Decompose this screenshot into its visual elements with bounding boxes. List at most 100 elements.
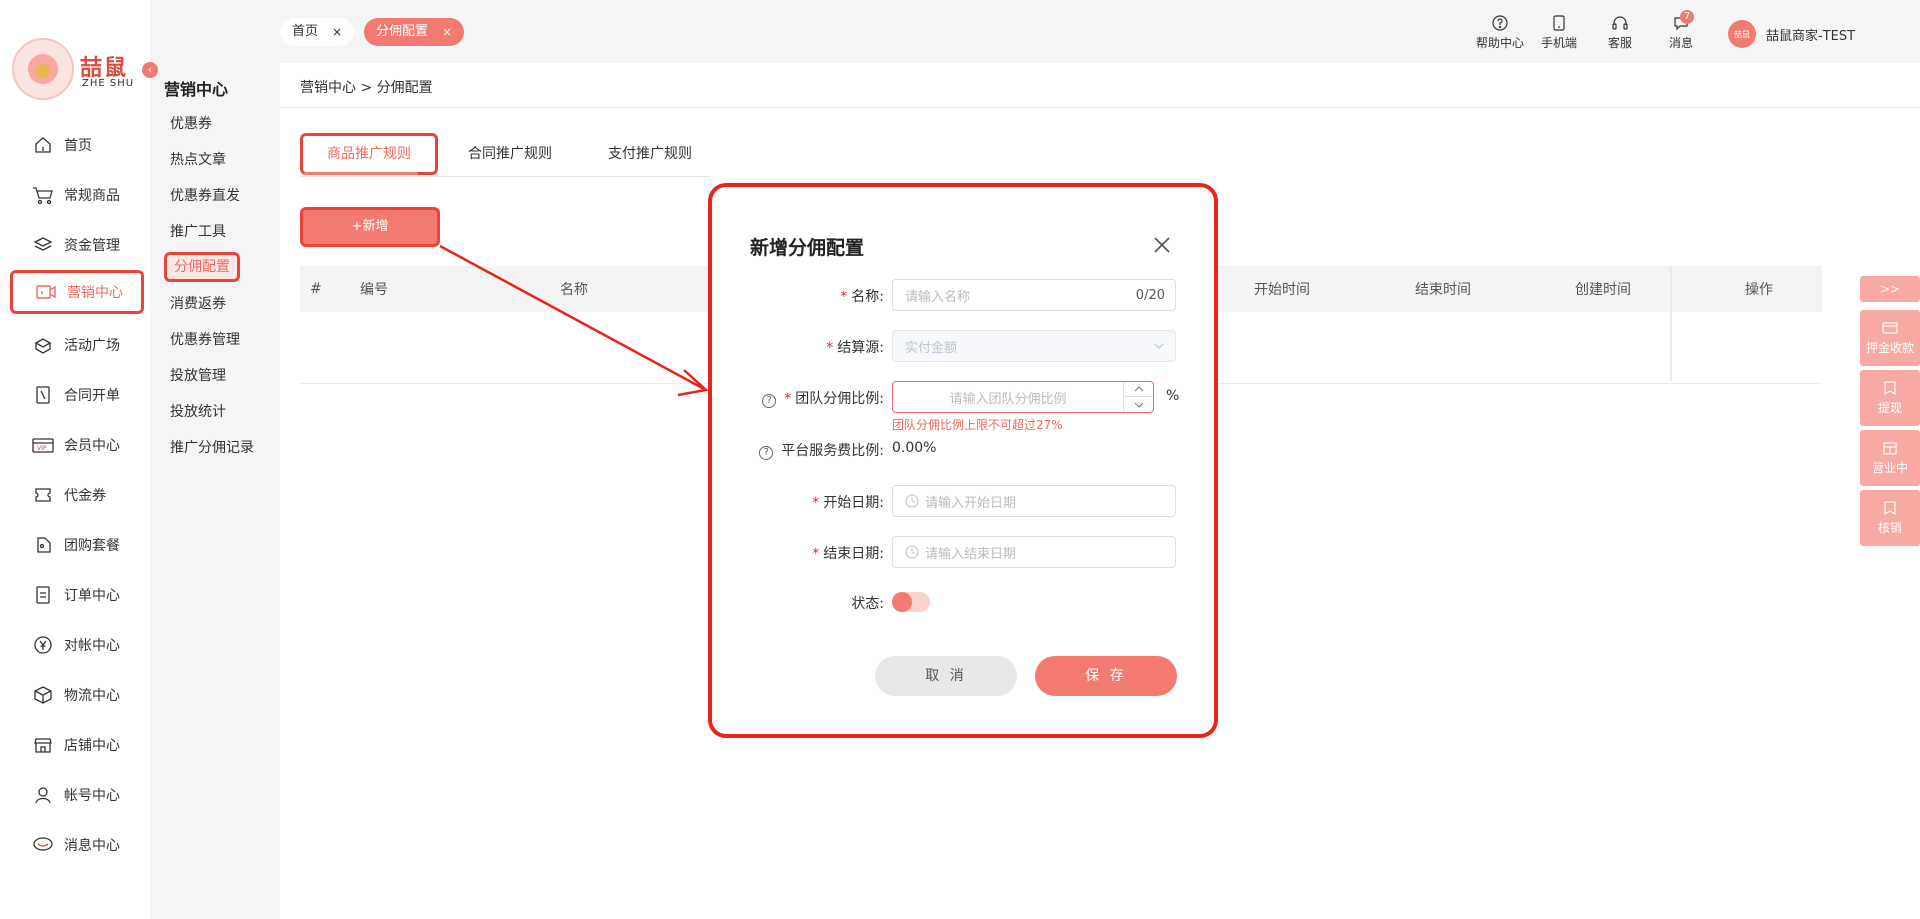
avatar: 喆鼠 [1728, 20, 1756, 48]
order-icon [32, 584, 54, 606]
col-end-time: 结束时间 [1415, 282, 1471, 298]
page-tab-commission-config[interactable]: 分佣配置 × [364, 18, 465, 46]
name-placeholder: 请输入名称 [905, 289, 971, 305]
activity-icon [32, 334, 54, 356]
tool-label: 客服 [1608, 36, 1633, 50]
nav-item-home[interactable]: 首页 [10, 123, 144, 167]
status-toggle[interactable] [892, 592, 930, 612]
expand-panel-button[interactable]: >> [1860, 276, 1920, 302]
mobile-icon [1550, 14, 1568, 32]
nav-item-reconcile[interactable]: 对帐中心 [10, 623, 144, 667]
vip-icon: VIP [32, 434, 54, 456]
question-icon: ? [762, 393, 777, 408]
messages-button[interactable]: 7 消息 [1669, 10, 1694, 51]
close-icon[interactable] [1150, 233, 1174, 257]
subnav-item-coupon-direct[interactable]: 优惠券直发 [162, 181, 248, 211]
mobile-button[interactable]: 手机端 [1541, 14, 1577, 51]
user-icon [32, 784, 54, 806]
chevron-down-icon [1154, 343, 1164, 349]
subnav-title: 营销中心 [164, 80, 229, 99]
nav-item-groupbuy[interactable]: 团购套餐 [10, 523, 144, 567]
cancel-button[interactable]: 取 消 [875, 656, 1017, 696]
name-input[interactable]: 请输入名称 0/20 [892, 279, 1176, 311]
verify-button[interactable]: 核销 [1860, 490, 1920, 546]
nav-item-store[interactable]: 店铺中心 [10, 723, 144, 767]
tool-label: 消息 [1669, 36, 1694, 50]
nav-label: 活动广场 [64, 338, 120, 354]
subnav-item-commission-records[interactable]: 推广分佣记录 [162, 433, 262, 463]
close-icon[interactable]: × [332, 18, 342, 46]
tabs-baseline [300, 176, 710, 177]
subnav-item-coupon-manage[interactable]: 优惠券管理 [162, 325, 248, 355]
start-date-placeholder: 请输入开始日期 [925, 495, 1017, 511]
clock-icon [905, 545, 919, 559]
message-icon [32, 834, 54, 856]
active-tab-indicator [304, 172, 418, 175]
tab-payment-rules[interactable]: 支付推广规则 [608, 133, 692, 175]
help-center-button[interactable]: 帮助中心 [1476, 14, 1524, 51]
subnav-item-hot-articles[interactable]: 热点文章 [162, 145, 234, 175]
nav-item-contract[interactable]: 合同开单 [10, 373, 144, 417]
nav-item-activity[interactable]: 活动广场 [10, 323, 144, 367]
business-status-button[interactable]: 营业中 [1860, 430, 1920, 486]
add-button[interactable]: +新增 [300, 207, 440, 247]
collapse-sidebar-button[interactable]: ‹ [142, 62, 158, 78]
withdraw-button[interactable]: 提现 [1860, 370, 1920, 426]
nav-label: 合同开单 [64, 388, 120, 404]
chat-icon: 7 [1672, 10, 1694, 32]
store-icon [32, 734, 54, 756]
nav-item-account[interactable]: 帐号中心 [10, 773, 144, 817]
nav-label: 物流中心 [64, 688, 120, 704]
percent-unit: % [1166, 388, 1180, 404]
nav-label: 消息中心 [64, 838, 120, 854]
clock-icon [905, 494, 919, 508]
message-count-badge: 7 [1680, 10, 1694, 24]
nav-label: 帐号中心 [64, 788, 120, 804]
end-date-picker[interactable]: 请输入结束日期 [892, 536, 1176, 568]
page-tab-home[interactable]: 首页 × [280, 18, 355, 46]
nav-item-order[interactable]: 订单中心 [10, 573, 144, 617]
groupbuy-icon [32, 534, 54, 556]
nav-item-messages[interactable]: 消息中心 [10, 823, 144, 867]
divider [280, 107, 1920, 108]
contract-icon [32, 384, 54, 406]
increment-button[interactable] [1124, 382, 1153, 397]
nav-item-marketing[interactable]: 营销中心 [10, 270, 144, 314]
tab-product-rules[interactable]: 商品推广规则 [300, 133, 438, 175]
headset-icon [1611, 14, 1629, 32]
subnav-item-delivery-stats[interactable]: 投放统计 [162, 397, 234, 427]
tool-label: 手机端 [1541, 36, 1578, 50]
breadcrumb: 营销中心 > 分佣配置 [300, 80, 433, 96]
tab-contract-rules[interactable]: 合同推广规则 [468, 133, 552, 175]
decrement-button[interactable] [1124, 397, 1153, 412]
close-icon[interactable]: × [442, 18, 452, 46]
save-button[interactable]: 保 存 [1035, 656, 1177, 696]
logo: 喆鼠 ZHE SHU [12, 38, 140, 102]
nav-item-voucher[interactable]: 代金券 [10, 473, 144, 517]
nav-item-products[interactable]: 常规商品 [10, 173, 144, 217]
page-tab-label: 分佣配置 [376, 24, 429, 39]
subnav-item-consume-return[interactable]: 消费返券 [162, 289, 234, 319]
col-created-time: 创建时间 [1575, 282, 1631, 298]
customer-service-button[interactable]: 客服 [1608, 14, 1632, 51]
nav-item-vip[interactable]: VIP 会员中心 [10, 423, 144, 467]
settle-source-select[interactable]: 实付金额 [892, 330, 1176, 362]
panel-item-label: 押金收款 [1865, 340, 1914, 355]
start-date-picker[interactable]: 请输入开始日期 [892, 485, 1176, 517]
subnav-item-commission-config[interactable]: 分佣配置 [164, 252, 240, 282]
status-label: 状态: [851, 596, 884, 612]
top-bar: 首页 × 分佣配置 × 帮助中心 手机端 客服 7 消息 喆鼠 喆鼠商家-TES… [280, 0, 1920, 63]
team-ratio-label: ? * 团队分佣比例: [762, 388, 884, 408]
subnav-item-promo-tools[interactable]: 推广工具 [162, 217, 234, 247]
nav-item-funds[interactable]: 资金管理 [10, 223, 144, 267]
team-ratio-placeholder: 请输入团队分佣比例 [949, 391, 1067, 407]
deposit-collection-button[interactable]: 押金收款 [1860, 310, 1920, 366]
voucher-icon [32, 484, 54, 506]
page-tab-label: 首页 [292, 24, 319, 39]
subnav-item-delivery-manage[interactable]: 投放管理 [162, 361, 234, 391]
col-index: # [310, 281, 322, 297]
user-menu[interactable]: 喆鼠 喆鼠商家-TEST [1728, 20, 1855, 48]
nav-item-logistics[interactable]: 物流中心 [10, 673, 144, 717]
team-ratio-input[interactable]: 请输入团队分佣比例 [892, 381, 1154, 413]
subnav-item-coupon[interactable]: 优惠券 [162, 109, 220, 139]
